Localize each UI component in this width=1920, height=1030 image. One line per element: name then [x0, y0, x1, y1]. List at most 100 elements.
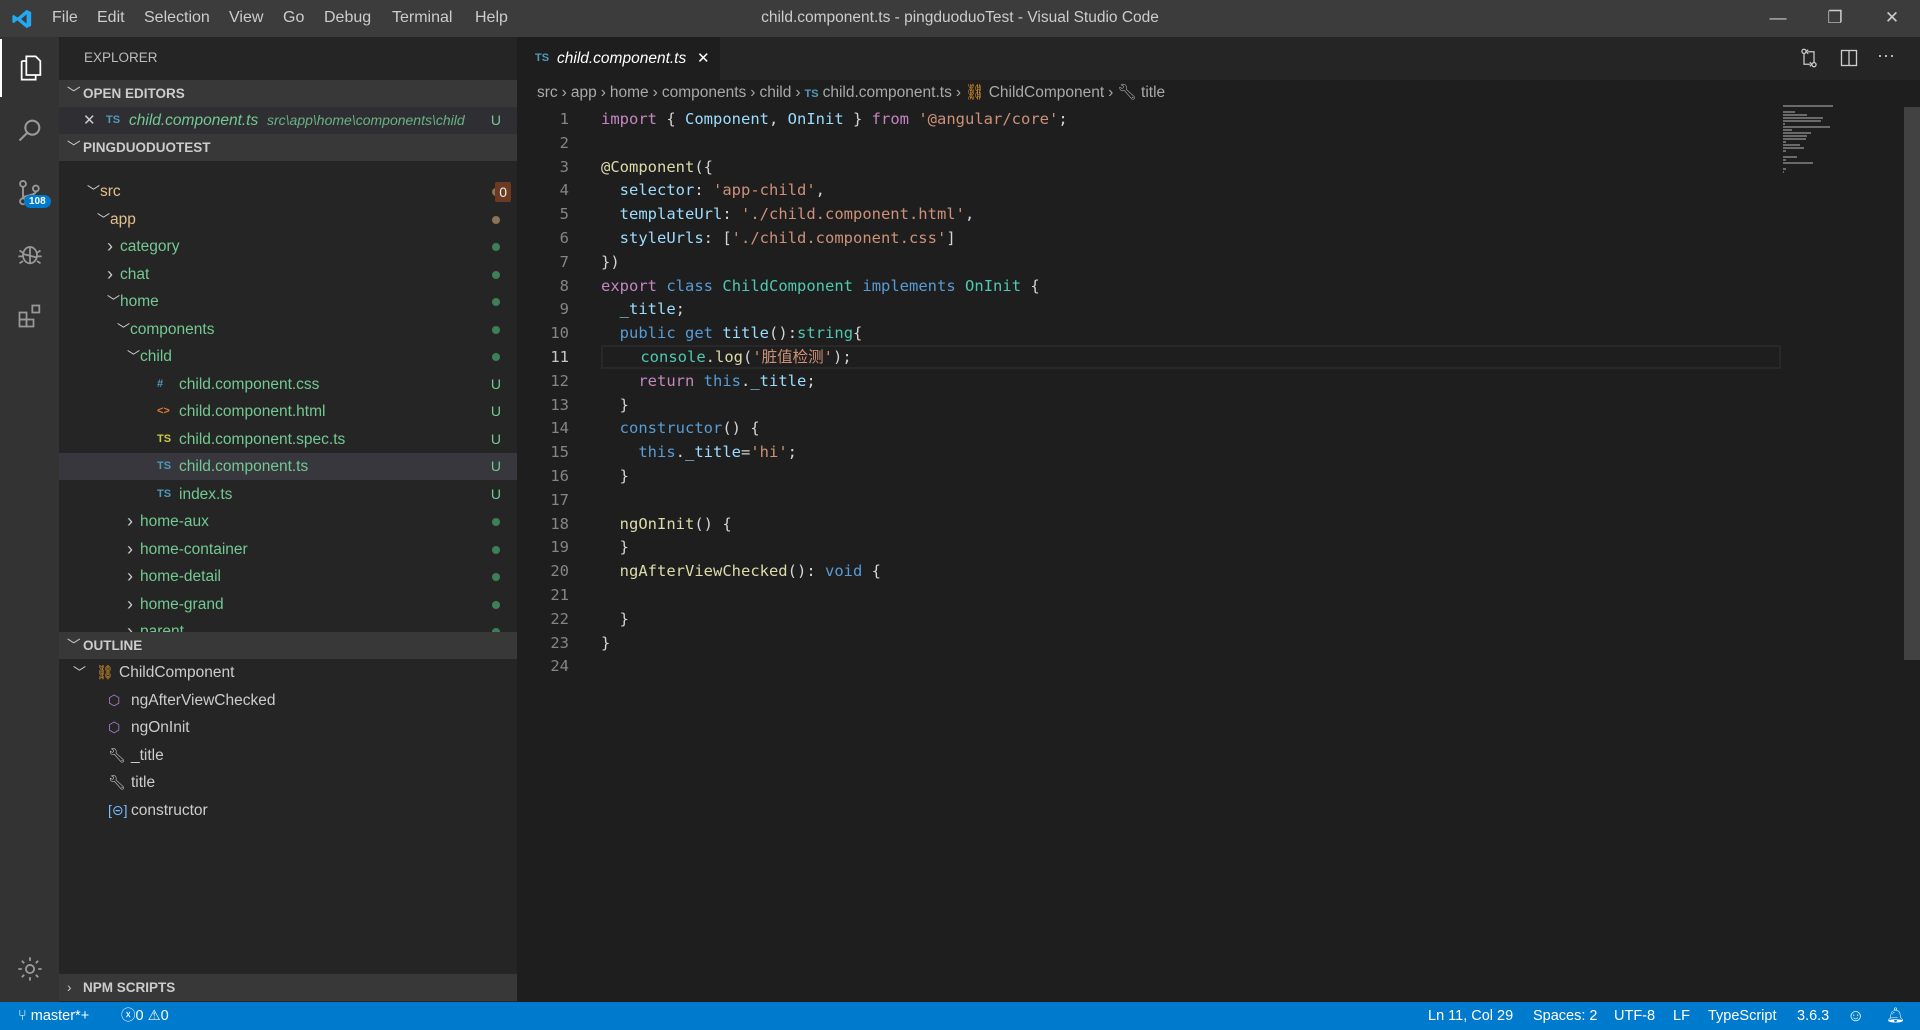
language-mode[interactable]: TypeScript — [1708, 1002, 1777, 1030]
breadcrumb-item[interactable]: home — [610, 84, 649, 101]
menu-selection[interactable]: Selection — [144, 9, 210, 27]
outline-item[interactable]: ⬡ ngOnInit — [59, 714, 517, 741]
tree-item[interactable]: ﹀ home — [59, 288, 517, 315]
tree-item[interactable]: › chat — [59, 261, 517, 288]
explorer-icon[interactable] — [0, 39, 59, 97]
search-icon[interactable] — [0, 101, 59, 159]
code-line[interactable]: selector: 'app-child', — [601, 178, 1781, 202]
tree-item-label: child — [140, 348, 172, 365]
end-of-line[interactable]: LF — [1673, 1002, 1690, 1030]
notifications-bell-icon[interactable]: 🔔︎ — [1886, 1002, 1905, 1030]
close-icon[interactable]: ✕ — [83, 107, 96, 134]
code-line[interactable]: } — [601, 631, 1781, 655]
open-editor-item[interactable]: ✕ TS child.component.ts src\app\home\com… — [59, 107, 517, 134]
encoding[interactable]: UTF-8 — [1614, 1002, 1655, 1030]
code-line[interactable] — [601, 488, 1781, 512]
breadcrumb-item[interactable]: ChildComponent — [989, 84, 1104, 101]
minimap[interactable] — [1783, 105, 1903, 195]
outline-header[interactable]: ﹀ OUTLINE — [59, 632, 517, 659]
breadcrumb-item[interactable]: child — [759, 84, 791, 101]
open-editors-header[interactable]: ﹀ OPEN EDITORS — [59, 80, 517, 107]
menu-view[interactable]: View — [229, 9, 263, 27]
indentation[interactable]: Spaces: 2 — [1533, 1002, 1598, 1030]
split-editor-icon[interactable] — [1839, 48, 1859, 68]
cursor-position[interactable]: Ln 11, Col 29 — [1428, 1002, 1513, 1030]
code-token: { — [657, 110, 685, 128]
tree-item[interactable]: TS child.component.spec.ts U — [59, 426, 517, 453]
code-line[interactable]: } — [601, 464, 1781, 488]
tree-item[interactable]: ﹀ app — [59, 206, 517, 233]
code-line[interactable]: }) — [601, 250, 1781, 274]
code-line[interactable] — [601, 654, 1781, 678]
code-line[interactable]: console.log('脏值检测'); — [601, 345, 1781, 369]
code-line[interactable]: _title; — [601, 297, 1781, 321]
code-line[interactable]: return this._title; — [601, 369, 1781, 393]
minimize-button[interactable]: — — [1755, 4, 1801, 32]
source-control-icon[interactable]: 108 — [0, 163, 59, 221]
tree-item[interactable]: ﹀ components — [59, 316, 517, 343]
menu-file[interactable]: File — [52, 9, 78, 27]
vertical-scrollbar-thumb[interactable] — [1904, 107, 1920, 660]
extensions-icon[interactable] — [0, 287, 59, 345]
outline-item[interactable]: 🔧︎ _title — [59, 742, 517, 769]
tree-item[interactable]: › home-grand — [59, 591, 517, 618]
code-line[interactable]: public get title():string{ — [601, 321, 1781, 345]
problems-item[interactable]: ⓧ0 ⚠0 — [121, 1002, 169, 1030]
debug-icon[interactable] — [0, 225, 59, 283]
close-window-button[interactable]: ✕ — [1869, 4, 1915, 32]
tree-item[interactable]: › home-container — [59, 536, 517, 563]
code-line[interactable]: templateUrl: './child.component.html', — [601, 202, 1781, 226]
tree-item[interactable]: › home-aux — [59, 508, 517, 535]
menu-debug[interactable]: Debug — [324, 9, 371, 27]
breadcrumb-item[interactable]: components — [662, 84, 746, 101]
tree-item[interactable]: ﹀ child — [59, 343, 517, 370]
code-line[interactable]: ngOnInit() { — [601, 512, 1781, 536]
code-line[interactable]: } — [601, 535, 1781, 559]
tree-item[interactable]: › category — [59, 233, 517, 260]
code-line[interactable]: styleUrls: ['./child.component.css'] — [601, 226, 1781, 250]
breadcrumb-item[interactable]: app — [571, 84, 597, 101]
menu-terminal[interactable]: Terminal — [392, 9, 452, 27]
code-token: get — [685, 324, 714, 343]
git-branch-item[interactable]: ⑂ master*+ — [18, 1002, 89, 1030]
close-icon[interactable]: ✕ — [697, 37, 710, 80]
code-line[interactable]: this._title='hi'; — [601, 440, 1781, 464]
tree-item[interactable]: › home-detail — [59, 563, 517, 590]
tree-item[interactable]: ﹀ src 0 — [59, 178, 517, 205]
tree-item[interactable]: <> child.component.html U — [59, 398, 517, 425]
tree-item[interactable]: # child.component.css U — [59, 371, 517, 398]
error-count: 0 — [135, 1008, 144, 1024]
code-line[interactable]: constructor() { — [601, 416, 1781, 440]
code-line[interactable]: import { Component, OnInit } from '@angu… — [601, 107, 1781, 131]
code-line[interactable]: @Component({ — [601, 155, 1781, 179]
more-actions-icon[interactable]: ··· — [1877, 45, 1895, 66]
gear-icon[interactable] — [0, 940, 59, 998]
open-changes-icon[interactable] — [1799, 48, 1819, 68]
feedback-smiley-icon[interactable]: ☺ — [1847, 1002, 1864, 1030]
outline-item[interactable]: 🔧︎ title — [59, 769, 517, 796]
project-header[interactable]: ﹀ PINGDUODUOTEST — [59, 134, 517, 161]
outline-item[interactable]: ⬡ ngAfterViewChecked — [59, 687, 517, 714]
breadcrumb-item[interactable]: title — [1141, 84, 1165, 101]
tree-item[interactable]: TS child.component.ts U — [59, 453, 517, 480]
code-line[interactable] — [601, 583, 1781, 607]
tab-child-component-ts[interactable]: TS child.component.ts ✕ — [517, 37, 720, 80]
code-line[interactable]: ngAfterViewChecked(): void { — [601, 559, 1781, 583]
restore-button[interactable]: ❐ — [1812, 4, 1858, 32]
code-line[interactable]: } — [601, 393, 1781, 417]
npm-scripts-header[interactable]: › NPM SCRIPTS — [59, 974, 517, 1001]
tree-item[interactable]: TS index.ts U — [59, 481, 517, 508]
menu-go[interactable]: Go — [283, 9, 304, 27]
breadcrumb-item[interactable]: child.component.ts — [823, 84, 952, 101]
section-title: OUTLINE — [83, 638, 143, 653]
outline-item[interactable]: [⊝] constructor — [59, 797, 517, 824]
outline-item[interactable]: ﹀ ⛓ ChildComponent — [59, 659, 517, 686]
activity-bar: 108 — [0, 37, 59, 1002]
menu-help[interactable]: Help — [475, 9, 508, 27]
code-line[interactable] — [601, 131, 1781, 155]
code-line[interactable]: } — [601, 607, 1781, 631]
code-line[interactable]: export class ChildComponent implements O… — [601, 274, 1781, 298]
typescript-version[interactable]: 3.6.3 — [1797, 1002, 1829, 1030]
breadcrumb-item[interactable]: src — [537, 84, 558, 101]
menu-edit[interactable]: Edit — [97, 9, 125, 27]
